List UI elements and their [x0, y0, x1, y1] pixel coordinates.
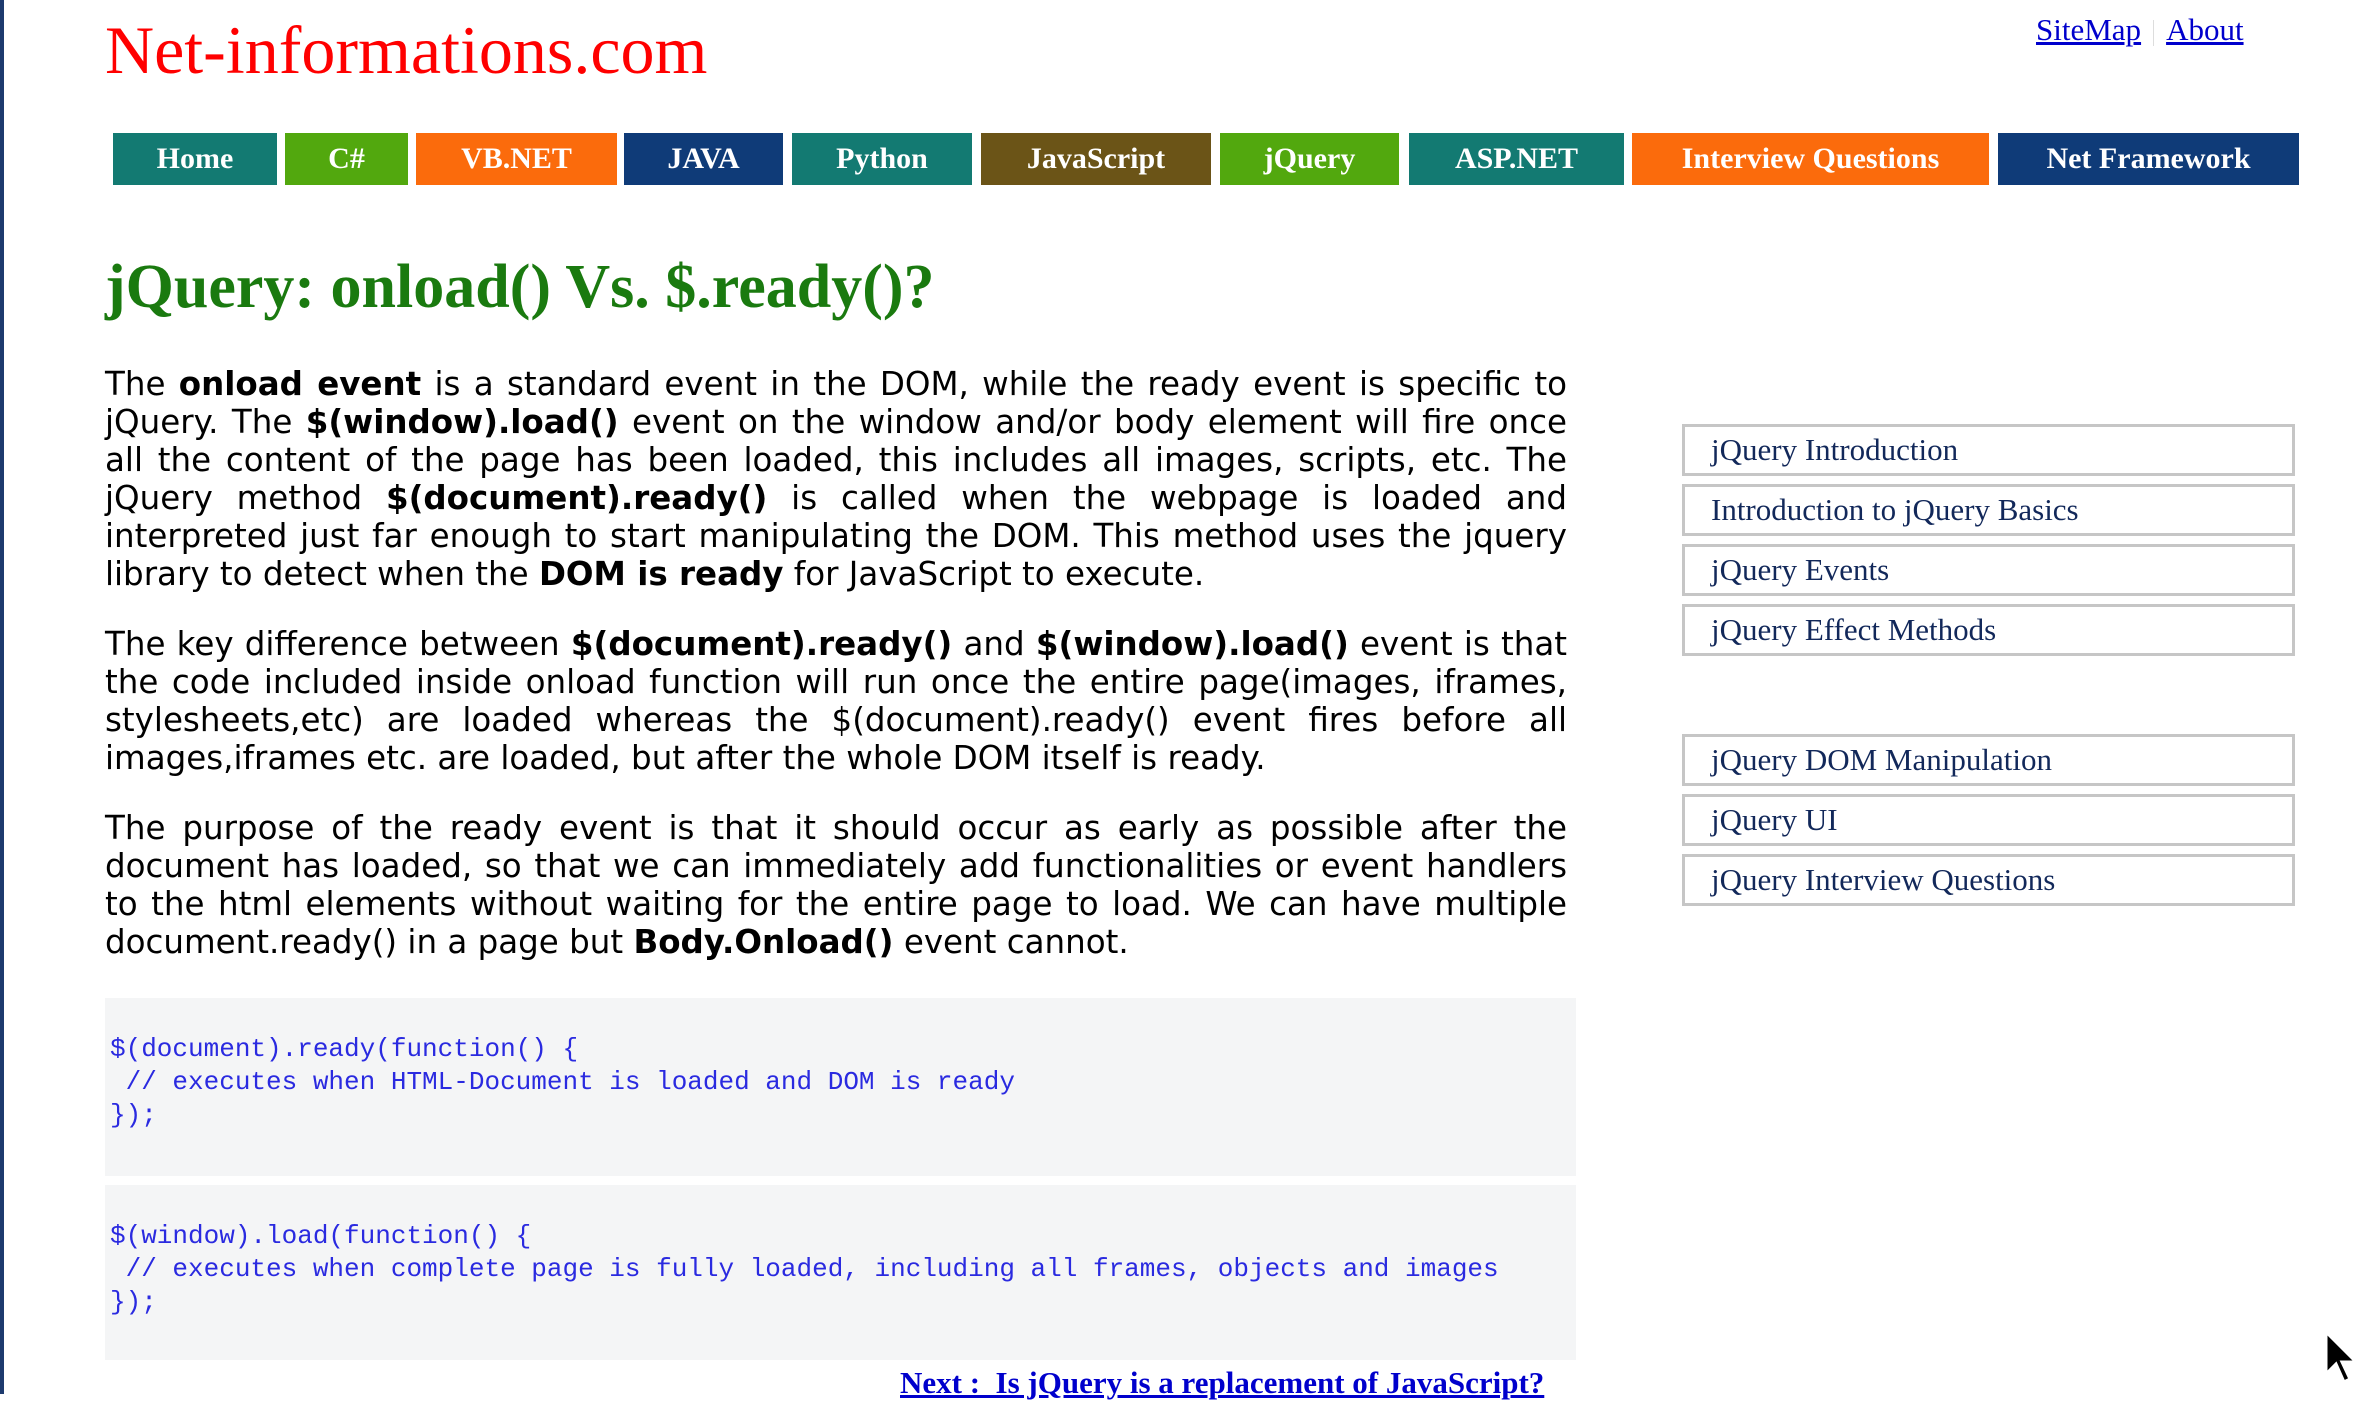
nav-net-framework[interactable]: Net Framework [1998, 133, 2299, 185]
sidebar-item-jquery-effect-methods[interactable]: jQuery Effect Methods [1682, 604, 2295, 656]
nav-java[interactable]: JAVA [624, 133, 783, 185]
about-link[interactable]: About [2166, 12, 2244, 47]
code-block-ready: $(document).ready(function() { // execut… [105, 998, 1576, 1176]
nav-csharp[interactable]: C# [285, 133, 408, 185]
nav-jquery[interactable]: jQuery [1220, 133, 1399, 185]
paragraph-3: The purpose of the ready event is that i… [105, 809, 1567, 961]
nav-interview-questions[interactable]: Interview Questions [1632, 133, 1989, 185]
nav-vbnet[interactable]: VB.NET [416, 133, 617, 185]
site-logo[interactable]: Net-informations.com [105, 10, 707, 90]
sidebar-group-2: jQuery DOM Manipulation jQuery UI jQuery… [1682, 734, 2295, 914]
sidebar-item-jquery-dom-manipulation[interactable]: jQuery DOM Manipulation [1682, 734, 2295, 786]
sidebar-item-jquery-introduction[interactable]: jQuery Introduction [1682, 424, 2295, 476]
sidebar-item-jquery-interview-questions[interactable]: jQuery Interview Questions [1682, 854, 2295, 906]
next-article-link[interactable]: Next : Is jQuery is a replacement of Jav… [900, 1365, 1544, 1401]
link-separator [2153, 19, 2155, 46]
nav-python[interactable]: Python [792, 133, 972, 185]
nav-aspnet[interactable]: ASP.NET [1409, 133, 1624, 185]
mouse-cursor-icon [2324, 1330, 2360, 1385]
sitemap-link[interactable]: SiteMap [2036, 12, 2141, 47]
top-links: SiteMap About [2036, 10, 2244, 50]
paragraph-2: The key difference between $(document).r… [105, 625, 1567, 777]
nav-javascript[interactable]: JavaScript [981, 133, 1211, 185]
sidebar-item-jquery-basics[interactable]: Introduction to jQuery Basics [1682, 484, 2295, 536]
sidebar-item-jquery-ui[interactable]: jQuery UI [1682, 794, 2295, 846]
article-body: The onload event is a standard event in … [105, 365, 1567, 993]
code-block-load: $(window).load(function() { // executes … [105, 1185, 1576, 1360]
page-title: jQuery: onload() Vs. $.ready()? [105, 253, 935, 321]
nav-home[interactable]: Home [113, 133, 277, 185]
sidebar-item-jquery-events[interactable]: jQuery Events [1682, 544, 2295, 596]
sidebar-group-1: jQuery Introduction Introduction to jQue… [1682, 424, 2295, 664]
paragraph-1: The onload event is a standard event in … [105, 365, 1567, 593]
